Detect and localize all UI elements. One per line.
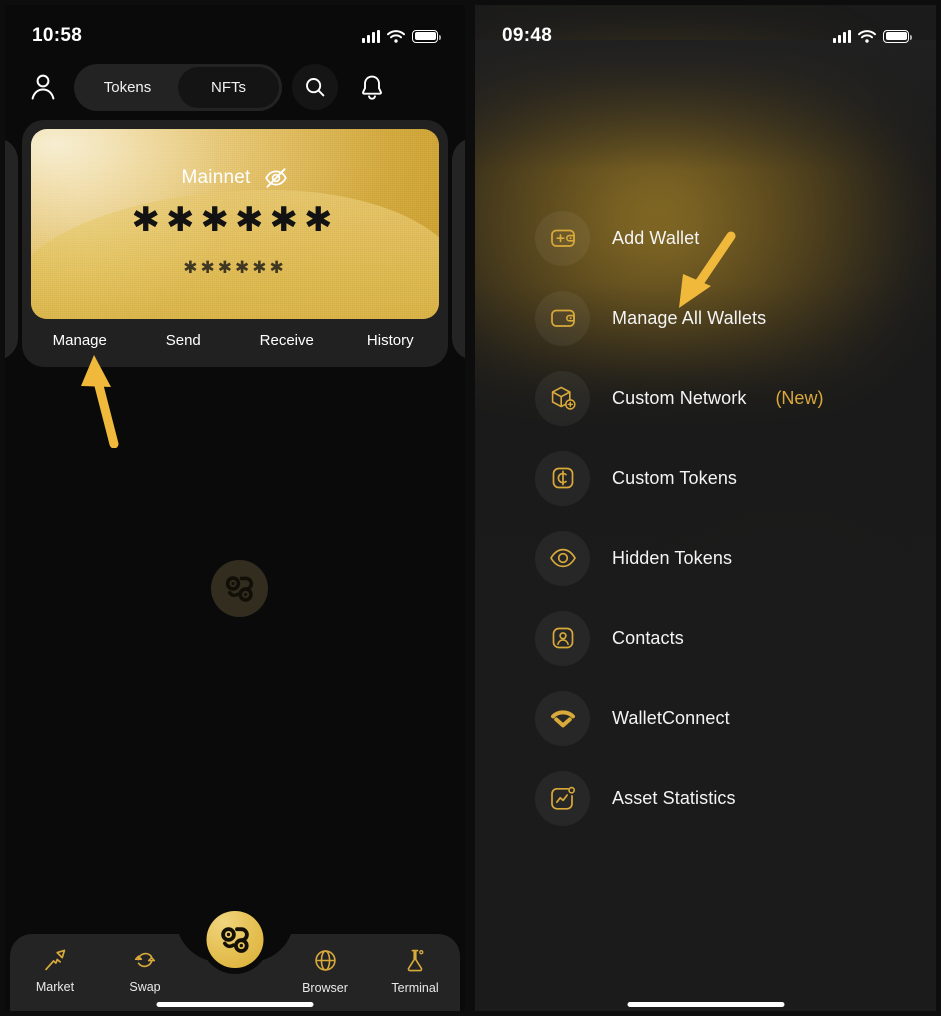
coin-square-glyph bbox=[552, 467, 573, 489]
search-icon bbox=[306, 78, 325, 97]
status-time: 09:48 bbox=[502, 25, 553, 46]
network-name: Mainnet bbox=[181, 167, 251, 188]
menu-item-manage-all-wallets[interactable]: Manage All Wallets bbox=[470, 278, 941, 358]
menu-label-add-wallet: Add Wallet bbox=[612, 227, 700, 248]
menu-badge-new: (New) bbox=[775, 387, 824, 408]
wallet-card-peek-right[interactable] bbox=[452, 138, 470, 360]
nav-label-terminal: Terminal bbox=[391, 981, 439, 995]
battery-icon bbox=[883, 29, 912, 43]
walletconnect-icon bbox=[535, 690, 590, 746]
wallet-card-gold-face: Mainnet ✱✱✱✱✱✱ ✱✱✱✱✱✱ bbox=[31, 129, 439, 319]
eye-off-icon[interactable] bbox=[263, 165, 289, 191]
notifications-button[interactable] bbox=[350, 65, 394, 109]
app-logo-watermark bbox=[211, 560, 268, 617]
swap-arrows-icon bbox=[134, 952, 156, 968]
tab-tokens[interactable]: Tokens bbox=[77, 67, 178, 108]
left-top-bar: Tokens NFTs bbox=[0, 58, 470, 116]
menu-label-manage-all-wallets: Manage All Wallets bbox=[612, 307, 767, 328]
nav-item-market[interactable]: Market bbox=[10, 947, 100, 994]
menu-item-walletconnect[interactable]: WalletConnect bbox=[470, 678, 941, 758]
cube-plus-icon bbox=[535, 370, 590, 426]
screenshot-stage: 10:58 Tokens NFTs Mainnet ✱✱✱✱✱✱ ✱✱✱✱✱✱ … bbox=[0, 0, 941, 1016]
cellular-bars-icon bbox=[362, 29, 380, 43]
wallet-settings-menu: Add Wallet Manage All Wallets Custom Net… bbox=[470, 58, 941, 838]
status-indicators bbox=[362, 29, 441, 43]
contact-card-glyph bbox=[552, 627, 573, 649]
app-logo-watermark-icon bbox=[225, 575, 253, 602]
wallet-plus-glyph bbox=[550, 229, 575, 247]
nav-label-browser: Browser bbox=[302, 981, 348, 995]
menu-label-contacts: Contacts bbox=[612, 627, 684, 648]
profile-button[interactable] bbox=[22, 66, 64, 108]
action-history[interactable]: History bbox=[339, 332, 443, 349]
walletconnect-glyph bbox=[550, 710, 575, 728]
app-logo-button[interactable] bbox=[206, 911, 264, 968]
wifi-icon bbox=[387, 29, 405, 43]
search-button[interactable] bbox=[292, 64, 338, 110]
nav-item-terminal[interactable]: Terminal bbox=[370, 947, 460, 995]
cube-plus-glyph bbox=[551, 386, 576, 410]
status-time: 10:58 bbox=[32, 25, 83, 46]
nav-label-market: Market bbox=[35, 980, 75, 994]
wallet-card-carousel: Mainnet ✱✱✱✱✱✱ ✱✱✱✱✱✱ Manage Send Receiv… bbox=[0, 120, 470, 372]
wallet-plus-icon bbox=[535, 210, 590, 266]
menu-item-asset-statistics[interactable]: Asset Statistics bbox=[470, 758, 941, 838]
wallet-balance-sub-masked: ✱✱✱✱✱✱ bbox=[183, 258, 287, 277]
cellular-bars-icon bbox=[833, 29, 851, 43]
bell-icon bbox=[362, 75, 382, 100]
menu-label-asset-statistics: Asset Statistics bbox=[612, 787, 736, 808]
right-phone-screen: 09:48 Add Wallet Manage All Wallets Cust… bbox=[470, 0, 941, 1016]
app-logo-icon bbox=[220, 926, 249, 953]
left-bottom-nav-wrap: Market Swap Browser Terminal bbox=[0, 906, 470, 1016]
globe-icon bbox=[314, 950, 336, 971]
wallet-card-content: Mainnet ✱✱✱✱✱✱ ✱✱✱✱✱✱ bbox=[31, 129, 439, 319]
status-indicators bbox=[833, 29, 912, 43]
contact-card-icon bbox=[535, 610, 590, 666]
menu-item-custom-tokens[interactable]: Custom Tokens bbox=[470, 438, 941, 518]
menu-label-custom-tokens: Custom Tokens bbox=[612, 467, 738, 488]
home-indicator-right[interactable] bbox=[627, 1002, 784, 1007]
nav-item-swap[interactable]: Swap bbox=[100, 947, 190, 994]
chart-square-glyph bbox=[551, 786, 575, 810]
network-row[interactable]: Mainnet bbox=[182, 165, 289, 191]
left-status-bar: 10:58 bbox=[0, 0, 470, 58]
eye-glyph bbox=[549, 548, 576, 568]
wifi-icon bbox=[858, 29, 876, 43]
market-pin-icon bbox=[45, 949, 66, 971]
action-send[interactable]: Send bbox=[132, 332, 236, 349]
wallet-card-peek-left[interactable] bbox=[0, 138, 18, 360]
home-indicator-left[interactable] bbox=[156, 1002, 314, 1007]
menu-item-contacts[interactable]: Contacts bbox=[470, 598, 941, 678]
menu-label-walletconnect: WalletConnect bbox=[612, 707, 730, 728]
wallet-glyph bbox=[550, 309, 575, 327]
menu-label-custom-network: Custom Network bbox=[612, 387, 747, 408]
wallet-card-actions: Manage Send Receive History bbox=[22, 319, 448, 363]
wallet-balance-masked: ✱✱✱✱✱✱ bbox=[131, 201, 339, 239]
menu-label-hidden-tokens: Hidden Tokens bbox=[612, 547, 733, 568]
menu-item-hidden-tokens[interactable]: Hidden Tokens bbox=[470, 518, 941, 598]
nav-item-browser[interactable]: Browser bbox=[280, 947, 370, 995]
menu-item-custom-network[interactable]: Custom Network (New) bbox=[470, 358, 941, 438]
token-nft-segmented-control[interactable]: Tokens NFTs bbox=[74, 63, 282, 111]
left-phone-screen: 10:58 Tokens NFTs Mainnet ✱✱✱✱✱✱ ✱✱✱✱✱✱ … bbox=[0, 0, 470, 1016]
person-icon bbox=[31, 74, 55, 100]
flask-icon bbox=[407, 949, 423, 972]
wallet-card[interactable]: Mainnet ✱✱✱✱✱✱ ✱✱✱✱✱✱ Manage Send Receiv… bbox=[22, 120, 448, 367]
eye-icon bbox=[535, 530, 590, 586]
action-manage[interactable]: Manage bbox=[28, 332, 132, 349]
battery-icon bbox=[412, 29, 441, 43]
wallet-icon bbox=[535, 290, 590, 346]
menu-item-add-wallet[interactable]: Add Wallet bbox=[470, 198, 941, 278]
coin-square-icon bbox=[535, 450, 590, 506]
nav-label-swap: Swap bbox=[129, 980, 161, 994]
tab-nfts[interactable]: NFTs bbox=[178, 66, 279, 108]
right-status-bar: 09:48 bbox=[470, 0, 941, 58]
chart-square-icon bbox=[535, 770, 590, 826]
action-receive[interactable]: Receive bbox=[235, 332, 339, 349]
